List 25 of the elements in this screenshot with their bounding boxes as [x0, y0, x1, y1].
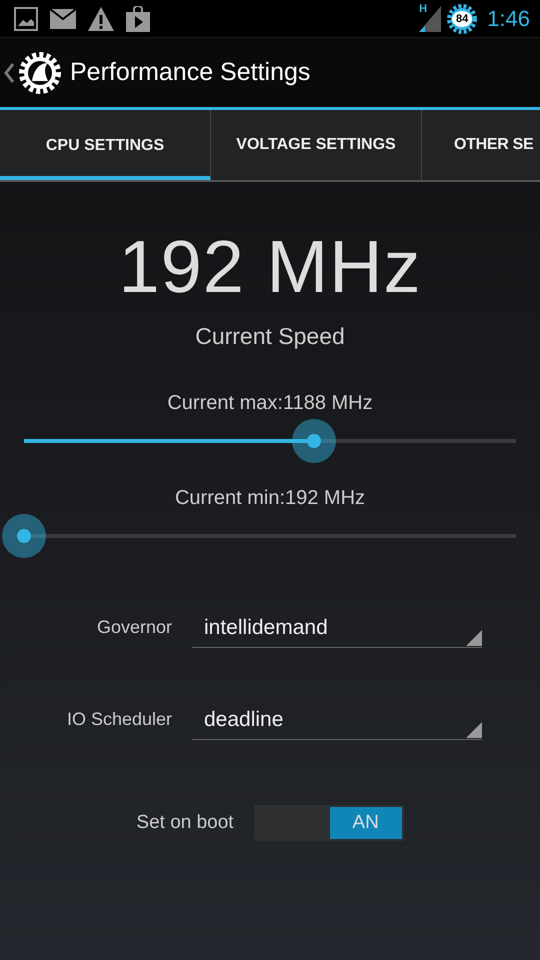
- corner-triangle-icon: [466, 630, 482, 646]
- clock-time: 1:46: [487, 6, 530, 32]
- slider-thumb[interactable]: [292, 419, 336, 463]
- dropdown-label: IO Scheduler: [66, 709, 172, 731]
- mail-icon: [50, 8, 76, 28]
- dropdown-field[interactable]: deadline: [192, 700, 482, 740]
- shopping-bag-icon: [126, 6, 150, 32]
- current-speed-value: 192 MHz: [118, 230, 422, 304]
- back-caret-icon[interactable]: [4, 62, 14, 82]
- corner-triangle-icon: [466, 722, 482, 738]
- network-type-label: H: [419, 2, 428, 14]
- set-on-boot-label: Set on boot: [136, 812, 234, 834]
- slider-label: Current max:1188 MHz: [167, 392, 373, 415]
- slider-label: Current min:192 MHz: [174, 487, 366, 510]
- screen-title: Performance Settings: [70, 58, 310, 87]
- warning-icon: [88, 6, 114, 30]
- tab[interactable]: OTHER SE: [422, 110, 540, 180]
- picture-icon: [14, 6, 38, 30]
- tab[interactable]: VOLTAGE SETTINGS: [211, 110, 422, 180]
- signal-icon: [419, 6, 442, 32]
- slider-thumb[interactable]: [2, 514, 46, 558]
- dropdown-label: Governor: [96, 617, 172, 639]
- gear-logo-icon[interactable]: [18, 50, 62, 94]
- dropdown-field[interactable]: intellidemand: [192, 608, 482, 648]
- current-speed-label: Current Speed: [195, 323, 345, 350]
